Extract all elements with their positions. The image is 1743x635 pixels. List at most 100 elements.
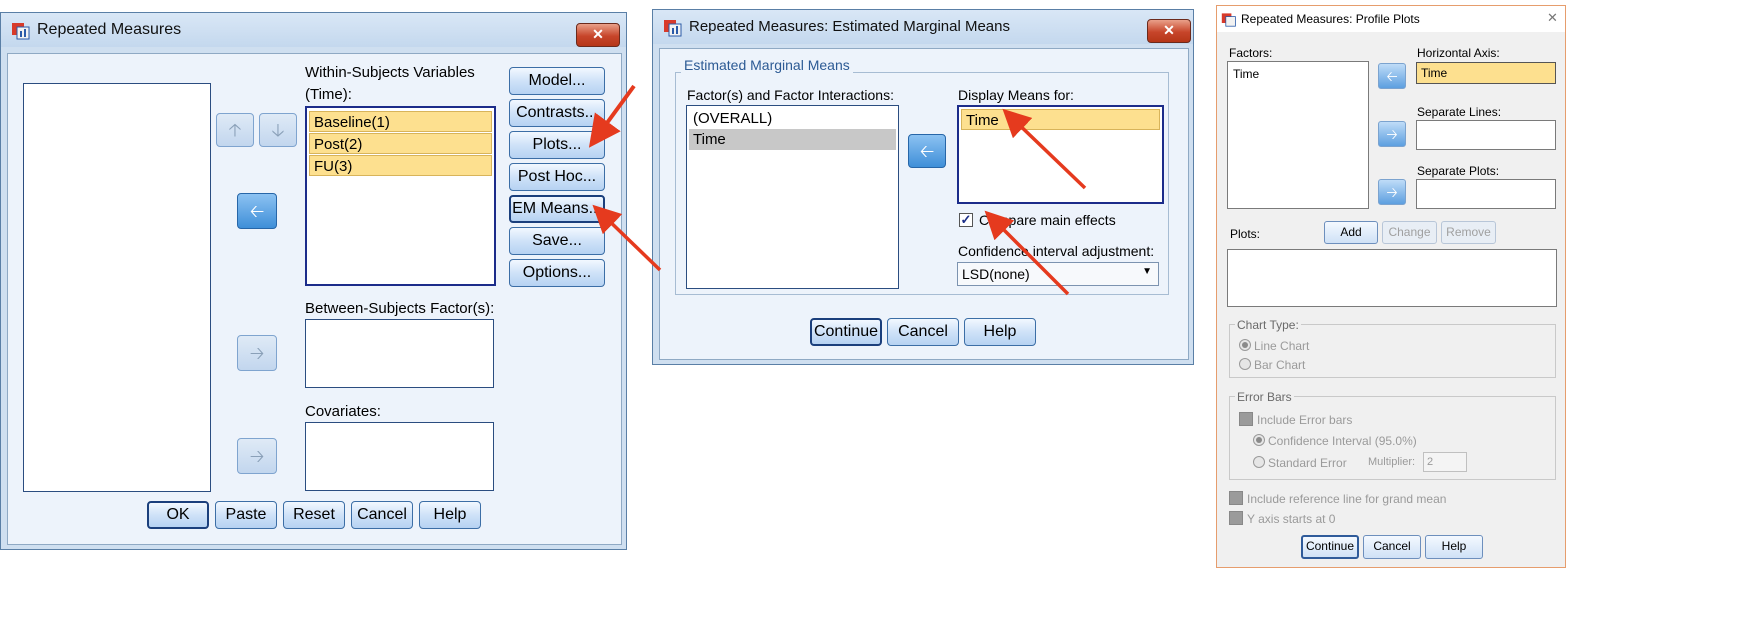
move-to-within-button[interactable]: 🡠	[237, 193, 277, 229]
title-bar: Repeated Measures: Estimated Marginal Me…	[653, 10, 1193, 44]
close-icon: ✕	[1163, 22, 1175, 38]
within-subjects-factor-label: (Time):	[305, 86, 352, 103]
help-button[interactable]: Help	[1425, 535, 1483, 559]
help-button[interactable]: Help	[419, 501, 481, 529]
move-to-display-button[interactable]: 🡠	[908, 134, 946, 168]
field-value: Time	[1421, 66, 1448, 80]
options-button[interactable]: Options...	[509, 259, 605, 287]
close-button[interactable]: ✕	[1147, 19, 1191, 43]
remove-button[interactable]: Remove	[1441, 221, 1496, 244]
close-icon: ✕	[592, 26, 604, 42]
radio-icon	[1239, 358, 1251, 370]
close-button[interactable]: ✕	[576, 23, 620, 47]
field-value: 2	[1427, 456, 1434, 468]
ci-adjustment-select[interactable]: LSD(none) ▼	[957, 262, 1159, 286]
list-item[interactable]: Time	[961, 109, 1160, 130]
between-subjects-list[interactable]	[305, 319, 494, 388]
list-item[interactable]: (OVERALL)	[689, 108, 896, 129]
contrasts-button[interactable]: Contrasts...	[509, 99, 605, 127]
estimated-marginal-means-dialog: Repeated Measures: Estimated Marginal Me…	[652, 9, 1194, 365]
move-to-separate-lines-button[interactable]: 🡢	[1378, 121, 1406, 147]
cancel-button[interactable]: Cancel	[887, 318, 959, 346]
arrow-left-icon: 🡠	[1386, 68, 1398, 84]
paste-button[interactable]: Paste	[215, 501, 277, 529]
bar-chart-radio[interactable]: Bar Chart	[1239, 358, 1305, 372]
list-item[interactable]: Post(2)	[309, 133, 492, 154]
save-button[interactable]: Save...	[509, 227, 605, 255]
model-button[interactable]: Model...	[509, 67, 605, 95]
multiplier-field[interactable]: 2	[1423, 452, 1467, 472]
factors-label: Factors:	[1229, 46, 1273, 60]
reset-button[interactable]: Reset	[283, 501, 345, 529]
move-to-between-button[interactable]: 🡢	[237, 335, 277, 371]
factor-interactions-list[interactable]: (OVERALL) Time	[686, 105, 899, 289]
include-error-bars-checkbox[interactable]: Include Error bars	[1239, 412, 1352, 427]
repeated-measures-dialog: Repeated Measures ✕ 🡡 🡣 🡠 🡢 🡢 Within-Sub…	[0, 12, 627, 550]
list-item[interactable]: Time	[1233, 67, 1259, 81]
within-subjects-list[interactable]: Baseline(1) Post(2) FU(3)	[305, 106, 496, 286]
compare-main-effects-checkbox[interactable]: ✓	[959, 213, 973, 227]
radio-icon	[1239, 339, 1251, 351]
error-bars-title: Error Bars	[1235, 390, 1294, 404]
separate-lines-label: Separate Lines:	[1417, 105, 1502, 119]
move-to-horizontal-button[interactable]: 🡠	[1378, 63, 1406, 89]
within-subjects-label: Within-Subjects Variables	[305, 64, 475, 81]
ok-button[interactable]: OK	[147, 501, 209, 529]
between-subjects-label: Between-Subjects Factor(s):	[305, 300, 495, 317]
source-variable-list[interactable]	[23, 83, 211, 492]
title-bar: Repeated Measures: Profile Plots ✕	[1217, 6, 1565, 32]
list-item[interactable]: FU(3)	[309, 155, 492, 176]
standard-error-radio[interactable]: Standard Error	[1253, 456, 1347, 470]
arrow-right-icon: 🡢	[1386, 126, 1398, 142]
add-button[interactable]: Add	[1324, 221, 1378, 244]
help-button[interactable]: Help	[964, 318, 1036, 346]
radio-icon	[1253, 434, 1265, 446]
window-title: Repeated Measures	[37, 21, 182, 38]
display-means-label: Display Means for:	[958, 87, 1074, 103]
separate-plots-field[interactable]	[1416, 179, 1556, 209]
spss-app-icon	[1221, 13, 1236, 27]
window-title: Repeated Measures: Profile Plots	[1241, 12, 1420, 26]
post-hoc-button[interactable]: Post Hoc...	[509, 163, 605, 191]
arrow-left-icon: 🡠	[249, 201, 265, 221]
selected-value: LSD(none)	[962, 266, 1030, 282]
cancel-button[interactable]: Cancel	[1363, 535, 1421, 559]
arrow-up-icon: 🡡	[228, 120, 242, 140]
move-up-button[interactable]: 🡡	[216, 113, 254, 147]
chart-type-title: Chart Type:	[1235, 318, 1301, 332]
spss-app-icon	[664, 20, 682, 37]
separate-plots-label: Separate Plots:	[1417, 164, 1500, 178]
ci-adjustment-label: Confidence interval adjustment:	[958, 243, 1155, 259]
factors-list[interactable]: Time	[1227, 61, 1369, 209]
covariates-label: Covariates:	[305, 403, 381, 420]
list-item[interactable]: Time	[689, 129, 896, 150]
line-chart-radio[interactable]: Line Chart	[1239, 339, 1309, 353]
covariates-list[interactable]	[305, 422, 494, 491]
list-item[interactable]: Baseline(1)	[309, 111, 492, 132]
cancel-button[interactable]: Cancel	[351, 501, 413, 529]
plots-button[interactable]: Plots...	[509, 131, 605, 159]
close-icon[interactable]: ✕	[1547, 10, 1558, 26]
arrow-right-icon: 🡢	[249, 446, 265, 466]
title-bar: Repeated Measures ✕	[1, 13, 626, 47]
move-down-button[interactable]: 🡣	[259, 113, 297, 147]
radio-icon	[1253, 456, 1265, 468]
chevron-down-icon: ▼	[1142, 266, 1152, 277]
em-means-button[interactable]: EM Means...	[509, 195, 605, 223]
confidence-interval-radio[interactable]: Confidence Interval (95.0%)	[1253, 434, 1417, 448]
y-axis-zero-checkbox[interactable]: Y axis starts at 0	[1229, 511, 1335, 526]
arrow-down-icon: 🡣	[271, 120, 285, 140]
reference-line-checkbox[interactable]: Include reference line for grand mean	[1229, 491, 1446, 506]
horizontal-axis-label: Horizontal Axis:	[1417, 46, 1500, 60]
separate-lines-field[interactable]	[1416, 120, 1556, 150]
continue-button[interactable]: Continue	[810, 318, 882, 346]
change-button[interactable]: Change	[1382, 221, 1437, 244]
move-to-separate-plots-button[interactable]: 🡢	[1378, 179, 1406, 205]
display-means-list[interactable]: Time	[957, 105, 1164, 204]
plots-list[interactable]	[1227, 249, 1557, 307]
move-to-covariates-button[interactable]: 🡢	[237, 438, 277, 474]
checkmark-icon: ✓	[960, 212, 972, 227]
group-title: Estimated Marginal Means	[681, 57, 853, 73]
continue-button[interactable]: Continue	[1301, 535, 1359, 559]
horizontal-axis-field[interactable]: Time	[1416, 62, 1556, 84]
